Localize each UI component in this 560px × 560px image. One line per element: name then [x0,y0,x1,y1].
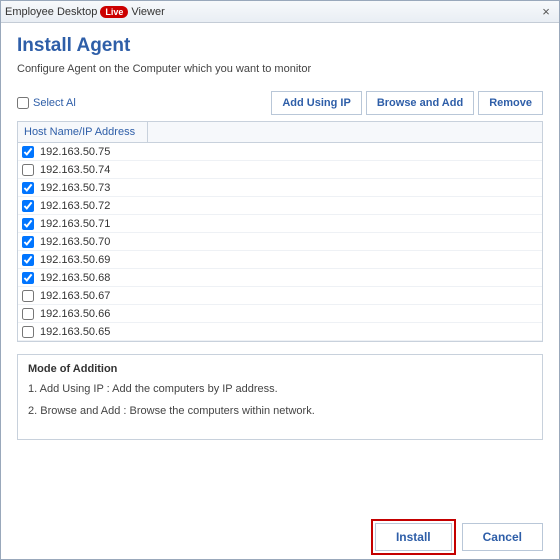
table-row[interactable]: 192.163.50.73 [18,179,542,197]
table-row[interactable]: 192.163.50.69 [18,251,542,269]
page-subtitle: Configure Agent on the Computer which yo… [17,63,543,75]
column-spacer [148,122,542,142]
row-checkbox[interactable] [22,236,34,248]
toolbar-buttons: Add Using IP Browse and Add Remove [271,91,543,115]
select-all-checkbox[interactable] [17,97,29,109]
table-row[interactable]: 192.163.50.65 [18,323,542,341]
table-row[interactable]: 192.163.50.70 [18,233,542,251]
mode-of-addition-box: Mode of Addition 1. Add Using IP : Add t… [17,354,543,440]
row-checkbox[interactable] [22,200,34,212]
install-button[interactable]: Install [375,523,452,551]
row-ip: 192.163.50.67 [40,290,110,302]
row-checkbox[interactable] [22,254,34,266]
select-all-control[interactable]: Select Al [17,97,76,109]
add-using-ip-button[interactable]: Add Using IP [271,91,361,115]
table-body: 192.163.50.75 192.163.50.74 192.163.50.73 1… [18,143,542,341]
table-row[interactable]: 192.163.50.66 [18,305,542,323]
table-row[interactable]: 192.163.50.75 [18,143,542,161]
row-ip: 192.163.50.72 [40,200,110,212]
select-all-label: Select Al [33,97,76,109]
table-row[interactable]: 192.163.50.67 [18,287,542,305]
live-badge: Live [100,6,128,18]
column-host[interactable]: Host Name/IP Address [18,122,148,142]
row-ip: 192.163.50.68 [40,272,110,284]
row-ip: 192.163.50.73 [40,182,110,194]
row-ip: 192.163.50.70 [40,236,110,248]
mode-line-1: 1. Add Using IP : Add the computers by I… [28,383,532,395]
cancel-button[interactable]: Cancel [462,523,543,551]
row-ip: 192.163.50.66 [40,308,110,320]
row-checkbox[interactable] [22,182,34,194]
row-checkbox[interactable] [22,290,34,302]
row-checkbox[interactable] [22,164,34,176]
table-row[interactable]: 192.163.50.71 [18,215,542,233]
browse-and-add-button[interactable]: Browse and Add [366,91,474,115]
row-ip: 192.163.50.75 [40,146,110,158]
remove-button[interactable]: Remove [478,91,543,115]
install-agent-dialog: Employee Desktop Live Viewer × Install A… [0,0,560,560]
table-header: Host Name/IP Address [18,122,542,143]
close-icon[interactable]: × [537,4,555,20]
row-checkbox[interactable] [22,272,34,284]
row-ip: 192.163.50.71 [40,218,110,230]
row-checkbox[interactable] [22,218,34,230]
content-area: Install Agent Configure Agent on the Com… [1,23,559,559]
row-ip: 192.163.50.69 [40,254,110,266]
dialog-footer: Install Cancel [17,513,543,551]
mode-title: Mode of Addition [28,363,532,375]
table-row[interactable]: 192.163.50.68 [18,269,542,287]
row-checkbox[interactable] [22,326,34,338]
title-suffix: Viewer [131,6,164,18]
toolbar-row: Select Al Add Using IP Browse and Add Re… [17,91,543,115]
mode-line-2: 2. Browse and Add : Browse the computers… [28,405,532,417]
row-ip: 192.163.50.65 [40,326,110,338]
row-checkbox[interactable] [22,308,34,320]
row-ip: 192.163.50.74 [40,164,110,176]
row-checkbox[interactable] [22,146,34,158]
table-row[interactable]: 192.163.50.72 [18,197,542,215]
table-row[interactable]: 192.163.50.74 [18,161,542,179]
titlebar: Employee Desktop Live Viewer × [1,1,559,23]
hosts-table: Host Name/IP Address 192.163.50.75192.16… [17,121,543,342]
page-title: Install Agent [17,35,543,57]
title-prefix: Employee Desktop [5,6,97,18]
